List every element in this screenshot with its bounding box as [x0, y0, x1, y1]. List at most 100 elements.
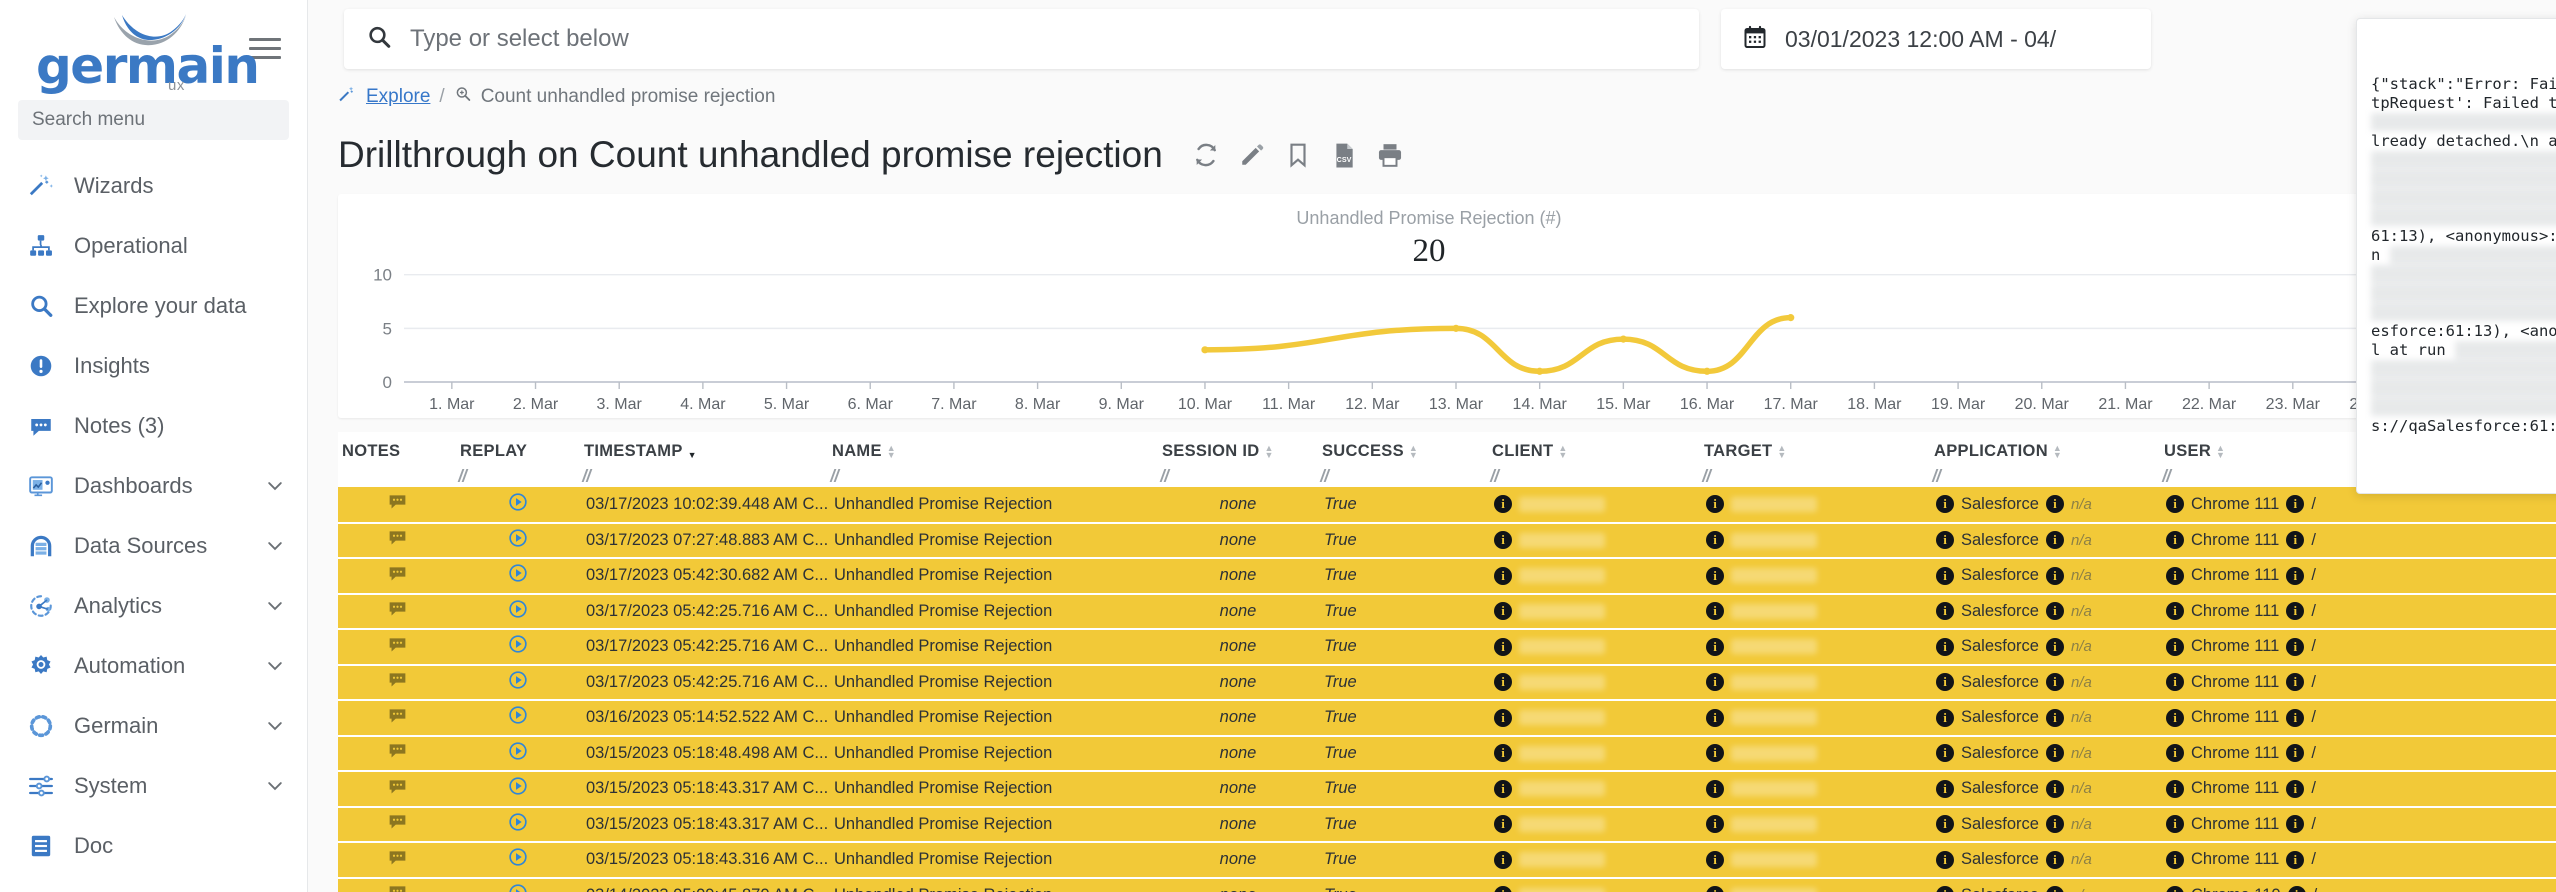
info-icon[interactable]: i [2166, 780, 2184, 798]
resize-cell[interactable] [456, 465, 580, 487]
info-icon[interactable]: i [2286, 744, 2304, 762]
refresh-icon[interactable] [1193, 142, 1219, 168]
info-icon[interactable]: i [1706, 744, 1724, 762]
play-icon[interactable] [508, 883, 528, 892]
play-icon[interactable] [508, 847, 528, 867]
cell-replay[interactable] [456, 807, 580, 843]
sidebar-item-system[interactable]: System [0, 756, 307, 816]
info-icon[interactable]: i [2286, 638, 2304, 656]
sidebar-item-automation[interactable]: Automation [0, 636, 307, 696]
chat-bubble-icon[interactable] [387, 669, 408, 690]
cell-notes[interactable] [338, 771, 456, 807]
play-icon[interactable] [508, 528, 528, 548]
table-row[interactable]: 03/15/2023 05:18:48.498 AM C...Unhandled… [338, 736, 2556, 772]
info-icon[interactable]: i [1706, 567, 1724, 585]
info-icon[interactable]: i [2046, 567, 2064, 585]
sidebar-item-doc[interactable]: Doc [0, 816, 307, 876]
info-icon[interactable]: i [1706, 673, 1724, 691]
info-icon[interactable]: i [1494, 886, 1512, 892]
table-row[interactable]: 03/15/2023 05:18:43.317 AM C...Unhandled… [338, 771, 2556, 807]
info-icon[interactable]: i [1494, 709, 1512, 727]
info-icon[interactable]: i [1936, 780, 1954, 798]
play-icon[interactable] [508, 492, 528, 512]
sidebar-item-explore-your-data[interactable]: Explore your data [0, 276, 307, 336]
print-icon[interactable] [1377, 142, 1403, 168]
info-icon[interactable]: i [1936, 673, 1954, 691]
chat-bubble-icon[interactable] [387, 882, 408, 892]
table-row[interactable]: 03/15/2023 05:18:43.317 AM C...Unhandled… [338, 807, 2556, 843]
cell-notes[interactable] [338, 558, 456, 594]
germain-logo[interactable]: germain ux [36, 11, 214, 85]
info-icon[interactable]: i [2166, 851, 2184, 869]
cell-replay[interactable] [456, 842, 580, 878]
info-icon[interactable]: i [2286, 531, 2304, 549]
table-header-application[interactable]: APPLICATION▲▼ [1930, 432, 2160, 465]
breadcrumb-explore-link[interactable]: Explore [366, 86, 430, 108]
cell-notes[interactable] [338, 842, 456, 878]
resize-cell[interactable] [580, 465, 828, 487]
sort-arrows-icon[interactable]: ▲▼ [887, 445, 896, 459]
column-resize-handle[interactable] [1318, 465, 1488, 487]
table-row[interactable]: 03/17/2023 05:42:25.716 AM C...Unhandled… [338, 629, 2556, 665]
info-icon[interactable]: i [2286, 673, 2304, 691]
info-icon[interactable]: i [1706, 815, 1724, 833]
cell-notes[interactable] [338, 629, 456, 665]
info-icon[interactable]: i [1936, 495, 1954, 513]
info-icon[interactable]: i [1706, 851, 1724, 869]
column-resize-handle[interactable] [1700, 465, 1930, 487]
info-icon[interactable]: i [1494, 531, 1512, 549]
line-chart[interactable]: 05101. Mar2. Mar3. Mar4. Mar5. Mar6. Mar… [338, 218, 2520, 428]
bookmark-icon[interactable] [1285, 142, 1311, 168]
table-row[interactable]: 03/17/2023 07:27:48.883 AM C...Unhandled… [338, 523, 2556, 559]
play-icon[interactable] [508, 634, 528, 654]
column-resize-handle[interactable] [828, 465, 1158, 487]
chat-bubble-icon[interactable] [387, 776, 408, 797]
cell-notes[interactable] [338, 594, 456, 630]
info-icon[interactable]: i [1936, 815, 1954, 833]
cell-notes[interactable] [338, 700, 456, 736]
chat-bubble-icon[interactable] [387, 847, 408, 868]
chat-bubble-icon[interactable] [387, 705, 408, 726]
table-header-session_id[interactable]: SESSION ID▲▼ [1158, 432, 1318, 465]
play-icon[interactable] [508, 599, 528, 619]
info-icon[interactable]: i [1706, 531, 1724, 549]
info-icon[interactable]: i [2166, 709, 2184, 727]
info-icon[interactable]: i [2166, 886, 2184, 892]
info-icon[interactable]: i [2166, 673, 2184, 691]
chevron-down-icon[interactable] [265, 656, 285, 676]
info-icon[interactable]: i [1936, 531, 1954, 549]
sidebar-item-data-sources[interactable]: Data Sources [0, 516, 307, 576]
sidebar-search[interactable]: Search menu [18, 100, 289, 140]
column-resize-handle[interactable] [1488, 465, 1700, 487]
resize-cell[interactable] [1488, 465, 1700, 487]
table-row[interactable]: 03/17/2023 05:42:30.682 AM C...Unhandled… [338, 558, 2556, 594]
cell-replay[interactable] [456, 878, 580, 892]
cell-replay[interactable] [456, 523, 580, 559]
play-icon[interactable] [508, 776, 528, 796]
csv-icon[interactable]: CSV [1331, 142, 1357, 168]
sidebar-item-insights[interactable]: Insights [0, 336, 307, 396]
info-icon[interactable]: i [2286, 851, 2304, 869]
info-icon[interactable]: i [2046, 673, 2064, 691]
info-icon[interactable]: i [2166, 744, 2184, 762]
info-icon[interactable]: i [2046, 780, 2064, 798]
info-icon[interactable]: i [1706, 886, 1724, 892]
play-icon[interactable] [508, 705, 528, 725]
sort-arrows-icon[interactable]: ▲▼ [1777, 445, 1786, 459]
info-icon[interactable]: i [2046, 886, 2064, 892]
info-icon[interactable]: i [2288, 886, 2306, 892]
cell-replay[interactable] [456, 594, 580, 630]
info-icon[interactable]: i [1494, 815, 1512, 833]
table-header-target[interactable]: TARGET▲▼ [1700, 432, 1930, 465]
play-icon[interactable] [508, 670, 528, 690]
chevron-down-icon[interactable] [265, 596, 285, 616]
info-icon[interactable]: i [1494, 602, 1512, 620]
sort-arrows-icon[interactable]: ▲▼ [688, 445, 697, 459]
info-icon[interactable]: i [2046, 851, 2064, 869]
info-icon[interactable]: i [1936, 709, 1954, 727]
info-icon[interactable]: i [1706, 602, 1724, 620]
sidebar-item-operational[interactable]: Operational [0, 216, 307, 276]
info-icon[interactable]: i [2046, 495, 2064, 513]
chevron-down-icon[interactable] [265, 776, 285, 796]
table-row[interactable]: 03/17/2023 05:42:25.716 AM C...Unhandled… [338, 594, 2556, 630]
